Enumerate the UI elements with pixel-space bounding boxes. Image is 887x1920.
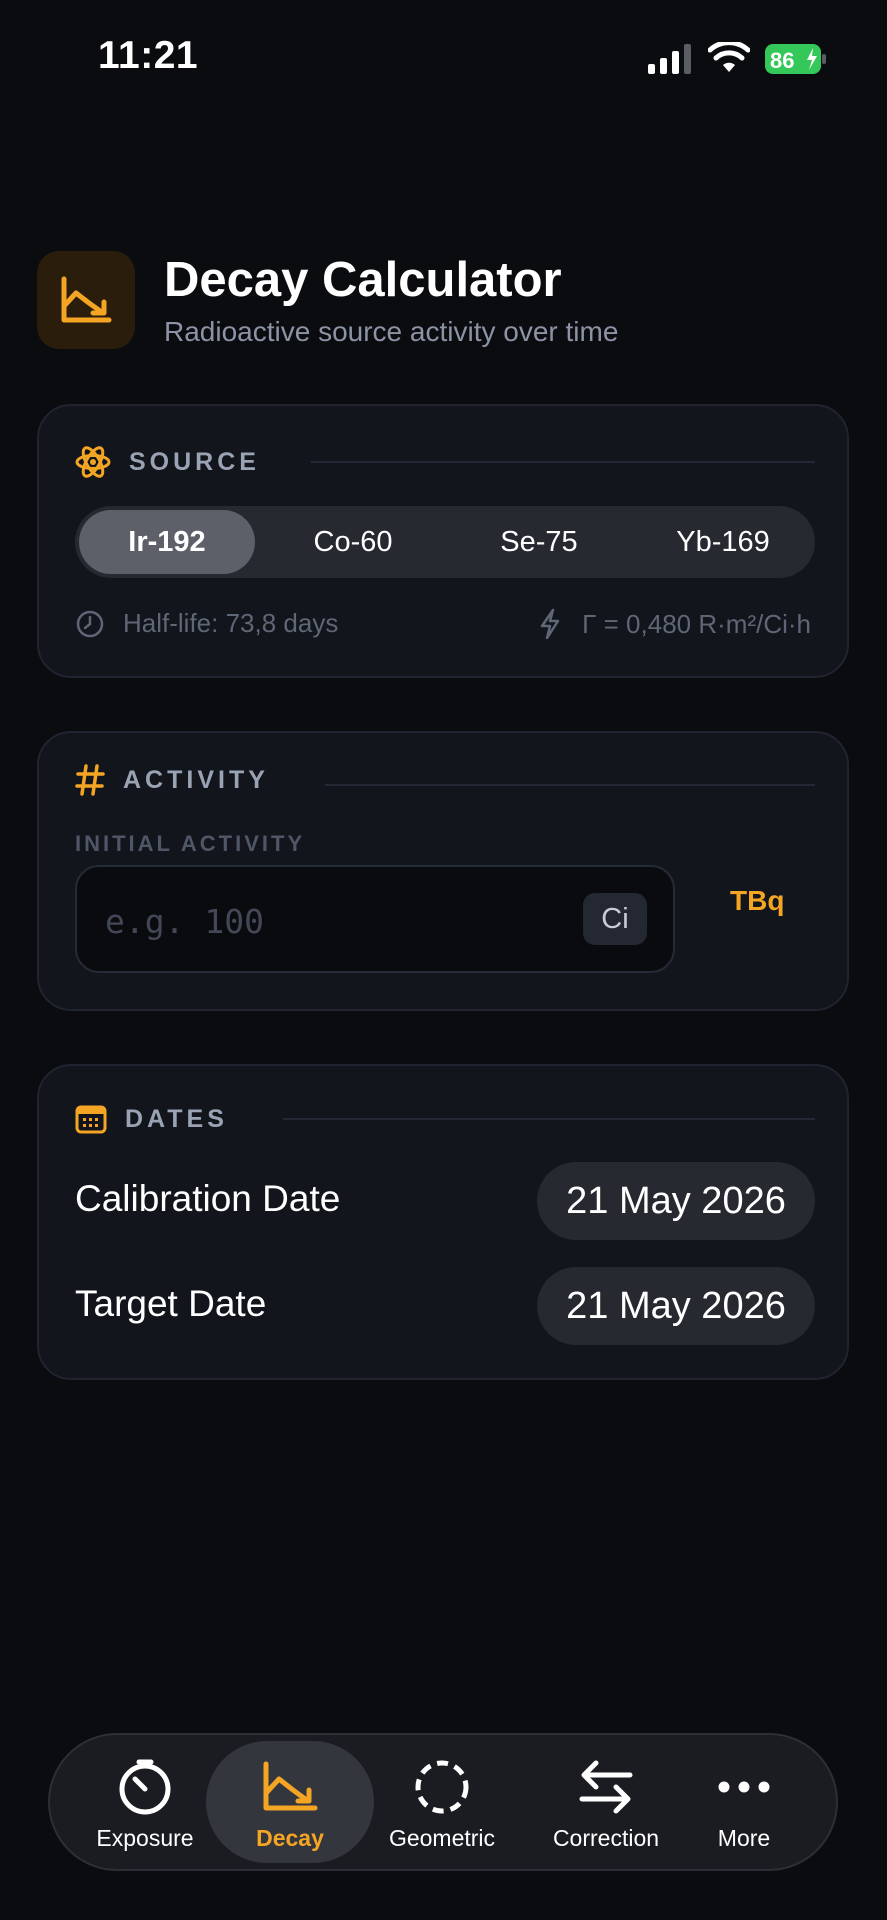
source-section-header: SOURCE: [75, 444, 260, 480]
page-subtitle: Radioactive source activity over time: [164, 316, 619, 347]
app-icon: [37, 251, 135, 349]
wifi-icon: [708, 42, 750, 72]
source-option-yb-169[interactable]: Yb-169: [635, 510, 811, 574]
initial-activity-label: INITIAL ACTIVITY: [75, 831, 306, 856]
cellular-signal-icon: [648, 44, 691, 74]
half-life-info: Half-life: 73,8 days: [75, 608, 338, 639]
activity-section-label: ACTIVITY: [123, 765, 269, 794]
divider: [283, 1118, 815, 1120]
divider: [311, 461, 815, 463]
tab-geometric-label: Geometric: [388, 1825, 496, 1851]
decay-chart-icon: [263, 1761, 318, 1811]
divider: [325, 784, 815, 786]
clock-icon: [76, 610, 104, 637]
activity-card: ACTIVITY INITIAL ACTIVITY Ci TBq: [37, 731, 849, 1011]
target-date-picker[interactable]: 21 May 2026: [537, 1267, 815, 1345]
source-option-co-60[interactable]: Co-60: [265, 510, 441, 574]
dashed-circle-icon: [415, 1760, 469, 1814]
dates-section-header: DATES: [75, 1104, 228, 1134]
source-option-se-75[interactable]: Se-75: [451, 510, 627, 574]
swap-arrows-icon: [579, 1760, 633, 1814]
gamma-constant-text: Γ = 0,480 R·m²/Ci·h: [582, 608, 811, 639]
source-section-label: SOURCE: [129, 447, 260, 476]
source-segmented-control: Ir-192 Co-60 Se-75 Yb-169: [75, 506, 815, 578]
tab-exposure-label: Exposure: [96, 1825, 194, 1851]
dates-card: DATES Calibration Date 21 May 2026 Targe…: [37, 1064, 849, 1380]
initial-activity-input[interactable]: [103, 895, 547, 947]
tab-bar: Exposure Decay Geometric Correction More: [48, 1733, 838, 1871]
atom-icon: [75, 446, 111, 478]
tab-decay-label: Decay: [256, 1825, 324, 1851]
unit-toggle-button[interactable]: TBq: [730, 885, 784, 917]
initial-activity-field: Ci: [75, 865, 675, 973]
page-title: Decay Calculator: [164, 253, 562, 307]
target-date-label: Target Date: [75, 1283, 267, 1324]
ellipsis-icon: [718, 1781, 770, 1793]
activity-section-header: ACTIVITY: [75, 763, 269, 797]
tab-correction-label: Correction: [552, 1825, 660, 1851]
battery-level: 86: [770, 48, 794, 73]
source-card: SOURCE Ir-192 Co-60 Se-75 Yb-169 Half-li…: [37, 404, 849, 678]
tab-exposure[interactable]: Exposure: [86, 1735, 204, 1869]
gamma-constant-info: Γ = 0,480 R·m²/Ci·h: [538, 608, 811, 640]
status-bar: 11:21 86: [0, 0, 887, 120]
calibration-date-picker[interactable]: 21 May 2026: [537, 1162, 815, 1240]
dates-section-label: DATES: [125, 1104, 228, 1133]
tab-geometric[interactable]: Geometric: [368, 1735, 516, 1869]
tab-decay[interactable]: Decay: [224, 1735, 356, 1869]
half-life-text: Half-life: 73,8 days: [123, 608, 339, 638]
decay-chart-icon: [61, 276, 112, 323]
tab-more-label: More: [717, 1825, 771, 1851]
calendar-icon: [75, 1105, 107, 1134]
unit-badge: Ci: [583, 893, 647, 945]
gauge-icon: [119, 1759, 171, 1815]
battery-icon: 86: [765, 44, 826, 74]
hash-icon: [75, 764, 105, 796]
bolt-icon: [540, 608, 560, 640]
tab-more[interactable]: More: [704, 1735, 784, 1869]
source-option-ir-192[interactable]: Ir-192: [79, 510, 255, 574]
status-time: 11:21: [98, 34, 199, 77]
tab-correction[interactable]: Correction: [530, 1735, 682, 1869]
calibration-date-label: Calibration Date: [75, 1178, 341, 1219]
